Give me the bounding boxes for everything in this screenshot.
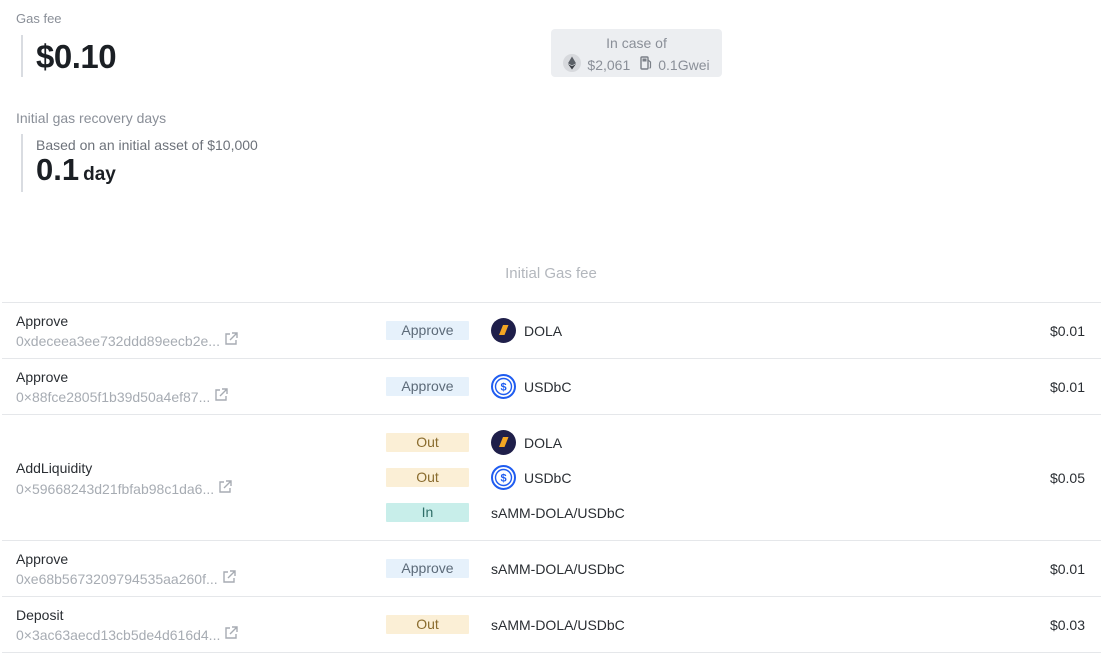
row-divider (2, 302, 1101, 303)
gas-fee-divider-bar (21, 35, 23, 77)
external-link-icon[interactable] (222, 570, 236, 587)
tx-hash[interactable]: 0xe68b5673209794535aa260f... (16, 571, 218, 587)
gas-price: 0.1Gwei (658, 56, 710, 73)
usdbc-icon: $ (491, 465, 516, 490)
row-divider (2, 652, 1101, 653)
row-divider (2, 414, 1101, 415)
token-item: sAMM-DOLA/USDbC (491, 505, 625, 521)
dola-icon (491, 430, 516, 455)
row-divider (2, 540, 1101, 541)
tx-type-tag: Out (386, 433, 469, 452)
tx-gas-amount: $0.01 (1049, 323, 1085, 339)
tx-hash-link[interactable]: 0xdeceea3ee732ddd89eecb2e... (16, 332, 238, 349)
token-name: DOLA (524, 434, 563, 451)
token-name: USDbC (524, 469, 572, 486)
recovery-days-number: 0.1 (36, 152, 80, 187)
section-title: Initial Gas fee (505, 265, 597, 282)
external-link-icon[interactable] (224, 332, 238, 349)
tx-hash[interactable]: 0×88fce2805f1b39d50a4ef87... (16, 389, 210, 405)
token-item: DOLA (491, 430, 562, 455)
token-name: sAMM-DOLA/USDbC (491, 617, 625, 633)
in-case-of-label: In case of (606, 35, 667, 51)
tx-type-tag: Out (386, 615, 469, 634)
token-name: USDbC (524, 378, 572, 395)
fuel-pump-icon (640, 56, 652, 73)
row-divider (2, 358, 1101, 359)
tx-type-tag: In (386, 503, 469, 522)
tx-hash-link[interactable]: 0×3ac63aecd13cb5de4d616d4... (16, 626, 239, 643)
row-divider (2, 596, 1101, 597)
recovery-days-label: Initial gas recovery days (16, 110, 167, 126)
recovery-basis-text: Based on an initial asset of $10,000 (36, 137, 258, 153)
tx-hash[interactable]: 0×3ac63aecd13cb5de4d616d4... (16, 627, 220, 643)
external-link-icon[interactable] (214, 388, 228, 405)
tx-type-tag: Approve (386, 321, 469, 340)
token-item: sAMM-DOLA/USDbC (491, 561, 625, 577)
tx-type-tag: Approve (386, 559, 469, 578)
token-item: DOLA (491, 318, 562, 343)
token-item: $ USDbC (491, 374, 571, 399)
ethereum-icon (563, 54, 582, 75)
tx-method: Deposit (16, 607, 64, 623)
tx-gas-amount: $0.01 (1049, 561, 1085, 577)
tx-type-tag: Approve (386, 377, 469, 396)
gas-fee-label: Gas fee (16, 11, 62, 26)
external-link-icon[interactable] (218, 480, 232, 497)
tx-hash-link[interactable]: 0×88fce2805f1b39d50a4ef87... (16, 388, 228, 405)
token-name: DOLA (524, 322, 563, 339)
gas-fee-value: $0.10 (36, 38, 117, 75)
external-link-icon[interactable] (224, 626, 239, 643)
token-name: sAMM-DOLA/USDbC (491, 561, 625, 577)
svg-text:$: $ (500, 473, 506, 485)
usdbc-icon: $ (491, 374, 516, 399)
tx-method: AddLiquidity (16, 460, 93, 476)
svg-text:$: $ (500, 382, 506, 394)
token-item: $ USDbC (491, 465, 571, 490)
tx-method: Approve (16, 369, 69, 385)
eth-price: $2,061 (587, 56, 631, 73)
tx-method: Approve (16, 551, 69, 567)
tx-type-tag: Out (386, 468, 469, 487)
tx-method: Approve (16, 313, 69, 329)
tx-hash-link[interactable]: 0xe68b5673209794535aa260f... (16, 570, 236, 587)
recovery-divider-bar (21, 134, 23, 192)
tx-hash[interactable]: 0xdeceea3ee732ddd89eecb2e... (16, 333, 220, 349)
token-item: sAMM-DOLA/USDbC (491, 617, 625, 633)
in-case-of-box: In case of $2,061 0.1Gwei (551, 29, 722, 77)
tx-gas-amount: $0.01 (1049, 379, 1085, 395)
tx-gas-amount: $0.05 (1049, 470, 1085, 486)
recovery-days-value: 0.1 day (36, 152, 116, 188)
tx-hash[interactable]: 0×59668243d21fbfab98c1da6... (16, 481, 214, 497)
tx-gas-amount: $0.03 (1049, 617, 1085, 633)
tx-hash-link[interactable]: 0×59668243d21fbfab98c1da6... (16, 480, 232, 497)
token-name: sAMM-DOLA/USDbC (491, 505, 625, 521)
recovery-days-unit: day (83, 164, 116, 185)
dola-icon (491, 318, 516, 343)
